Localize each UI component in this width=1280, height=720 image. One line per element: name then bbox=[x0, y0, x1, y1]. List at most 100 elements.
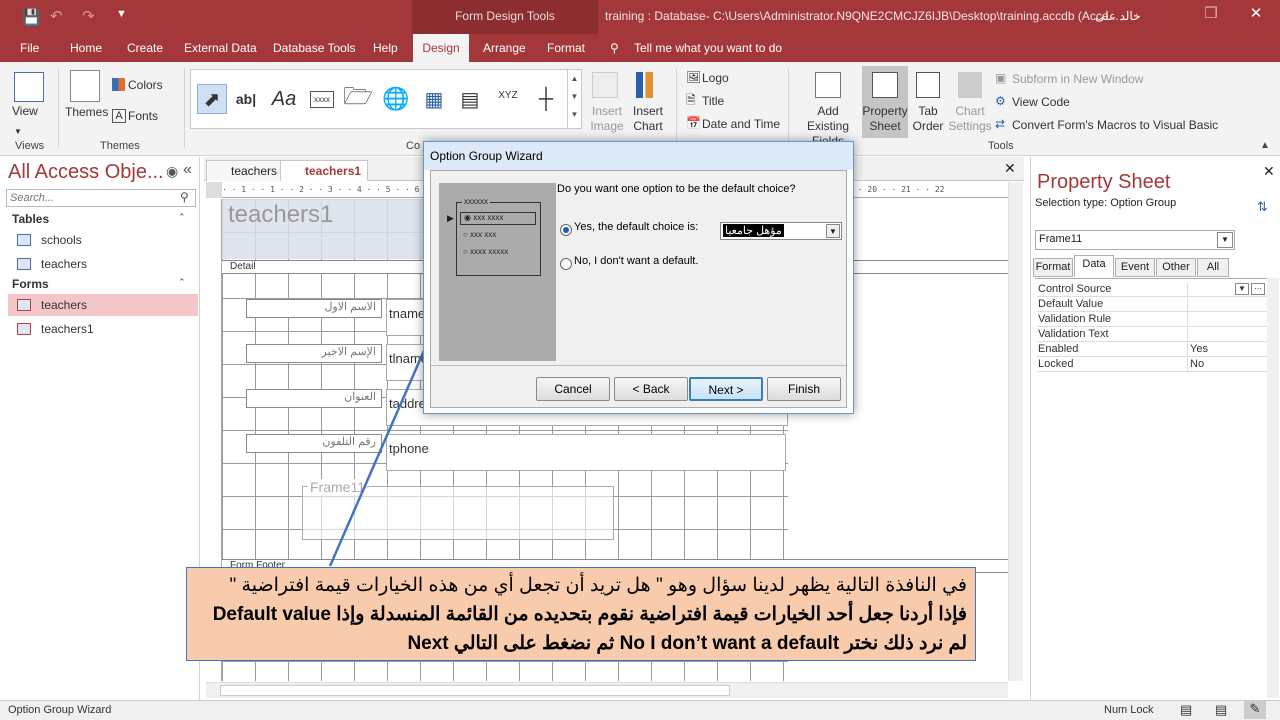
hyperlink-control-icon[interactable]: 🌐 bbox=[381, 84, 411, 114]
tab-external-data[interactable]: External Data bbox=[184, 41, 257, 55]
fonts-icon[interactable]: A bbox=[112, 109, 126, 123]
form-selector[interactable] bbox=[206, 182, 222, 198]
doc-tab-teachers[interactable]: teachers bbox=[206, 160, 285, 181]
nav-form-teachers[interactable]: teachers bbox=[8, 294, 198, 316]
chart-settings-icon[interactable] bbox=[958, 72, 982, 98]
nav-form-teachers1[interactable]: teachers1 bbox=[8, 318, 198, 340]
colors-icon[interactable] bbox=[112, 78, 125, 91]
navigation-control-icon[interactable]: ▤ bbox=[455, 84, 485, 114]
save-icon[interactable]: 💾 bbox=[22, 8, 41, 26]
horizontal-scrollbar[interactable] bbox=[206, 682, 1008, 698]
undo-icon[interactable]: ↶ bbox=[50, 7, 63, 25]
chart-icon[interactable] bbox=[636, 72, 660, 98]
logo-button[interactable]: Logo bbox=[702, 71, 729, 86]
themes-icon[interactable] bbox=[70, 70, 100, 102]
finish-button[interactable]: Finish bbox=[767, 377, 841, 401]
user-name[interactable]: خالد على bbox=[1095, 9, 1141, 23]
collapse-ribbon-icon[interactable]: ▲ bbox=[1260, 140, 1270, 151]
tab-design[interactable]: Design bbox=[413, 34, 469, 62]
prop-validation-rule[interactable]: Validation Rule bbox=[1037, 312, 1269, 327]
form-view-icon[interactable]: ▤ bbox=[1180, 702, 1192, 718]
design-view-icon[interactable]: ✎ bbox=[1244, 701, 1266, 719]
tab-order-button[interactable]: Tab Order bbox=[912, 104, 944, 134]
button-control-icon[interactable]: xxxx bbox=[307, 84, 337, 114]
tables-header[interactable]: Tables bbox=[12, 212, 49, 226]
tab-help[interactable]: Help bbox=[373, 41, 398, 55]
prop-value[interactable] bbox=[1187, 298, 1269, 312]
builder-icon[interactable]: ⋯ bbox=[1251, 283, 1265, 295]
nav-menu-icon[interactable]: ◉ bbox=[166, 163, 178, 180]
doc-tab-teachers1[interactable]: teachers1 bbox=[280, 160, 369, 181]
next-button[interactable]: Next > bbox=[689, 377, 763, 401]
close-pane-icon[interactable]: ✕ bbox=[1263, 163, 1275, 180]
chevron-down-icon[interactable]: ▼ bbox=[1217, 232, 1233, 248]
tab-event[interactable]: Event bbox=[1115, 258, 1155, 277]
collapse-tables-icon[interactable]: ⌃ bbox=[178, 212, 186, 223]
insert-chart-button[interactable]: Insert Chart bbox=[628, 104, 668, 134]
select-pointer-icon[interactable]: ⬈ bbox=[197, 84, 227, 114]
title-button[interactable]: Title bbox=[702, 94, 724, 109]
tab-other[interactable]: Other bbox=[1156, 258, 1196, 277]
object-selector[interactable]: Frame11 ▼ bbox=[1035, 230, 1235, 250]
page-break-control-icon[interactable]: ┼ bbox=[531, 84, 561, 114]
view-button[interactable]: View bbox=[12, 104, 38, 119]
convert-macros-button[interactable]: Convert Form's Macros to Visual Basic bbox=[1012, 118, 1218, 133]
layout-view-icon[interactable]: ▤ bbox=[1215, 702, 1227, 718]
chevron-down-icon[interactable]: ▼ bbox=[1235, 283, 1249, 295]
scrollbar-thumb[interactable] bbox=[220, 685, 730, 696]
collapse-forms-icon[interactable]: ⌃ bbox=[178, 277, 186, 288]
view-code-button[interactable]: View Code bbox=[1012, 95, 1070, 110]
cancel-button[interactable]: Cancel bbox=[536, 377, 610, 401]
nav-search-input[interactable] bbox=[6, 189, 196, 207]
tab-file[interactable]: File bbox=[20, 41, 39, 55]
insert-image-button[interactable]: Insert Image bbox=[585, 104, 629, 134]
date-time-button[interactable]: Date and Time bbox=[702, 117, 780, 132]
tab-arrange[interactable]: Arrange bbox=[483, 41, 526, 55]
nav-table-schools[interactable]: schools bbox=[8, 229, 198, 251]
web-browser-control-icon[interactable]: ▦ bbox=[419, 84, 449, 114]
prop-validation-text[interactable]: Validation Text bbox=[1037, 327, 1269, 342]
default-choice-select[interactable]: مؤهل جامعيا ▼ bbox=[720, 222, 842, 240]
search-icon[interactable]: ⚲ bbox=[180, 190, 189, 204]
tab-data[interactable]: Data bbox=[1074, 255, 1114, 277]
prop-enabled[interactable]: Enabled Yes bbox=[1037, 342, 1269, 357]
tab-control-icon[interactable]: 🗁 bbox=[343, 83, 373, 114]
gallery-scroll[interactable]: ▲ ▼ ▼ bbox=[567, 70, 581, 128]
chart-settings-button[interactable]: Chart Settings bbox=[948, 104, 992, 134]
restore-icon[interactable]: ❐ bbox=[1198, 4, 1224, 22]
vertical-scrollbar[interactable] bbox=[1008, 182, 1023, 681]
subform-icon[interactable]: ▣ bbox=[995, 71, 1006, 86]
fonts-button[interactable]: Fonts bbox=[128, 109, 158, 124]
tab-order-icon[interactable] bbox=[916, 72, 940, 98]
no-default-radio[interactable] bbox=[560, 258, 572, 270]
redo-icon[interactable]: ↷ bbox=[82, 7, 95, 25]
tell-me-box[interactable]: Tell me what you want to do bbox=[634, 41, 782, 55]
close-document-icon[interactable]: ✕ bbox=[1004, 160, 1016, 177]
yes-default-label[interactable]: Yes, the default choice is: bbox=[574, 221, 698, 233]
prop-value[interactable] bbox=[1187, 328, 1269, 342]
chevron-down-icon[interactable]: ▼ bbox=[826, 224, 840, 238]
add-fields-icon[interactable] bbox=[815, 72, 841, 98]
label-last-name[interactable]: الإسم الاخير bbox=[246, 344, 382, 363]
form-title-label[interactable]: teachers1 bbox=[228, 201, 333, 229]
property-sheet-icon[interactable] bbox=[872, 72, 898, 98]
tab-database-tools[interactable]: Database Tools bbox=[273, 41, 356, 55]
colors-button[interactable]: Colors bbox=[128, 78, 163, 93]
subform-button[interactable]: Subform in New Window bbox=[1012, 72, 1143, 87]
close-icon[interactable]: ✕ bbox=[1243, 4, 1269, 22]
tab-format[interactable]: Format bbox=[547, 41, 585, 55]
label-phone[interactable]: رقم التلفون bbox=[246, 434, 382, 453]
logo-icon[interactable]: 🖼 bbox=[686, 70, 701, 85]
insert-image-icon[interactable] bbox=[592, 72, 618, 98]
property-sheet-button[interactable]: Property Sheet bbox=[862, 104, 908, 134]
title-icon[interactable]: 🗎 bbox=[686, 93, 696, 108]
prop-locked[interactable]: Locked No bbox=[1037, 357, 1269, 372]
label-first-name[interactable]: الاسم الاول bbox=[246, 299, 382, 318]
view-icon[interactable] bbox=[14, 72, 44, 102]
frame-label[interactable]: Frame11 bbox=[308, 479, 367, 495]
property-scrollbar[interactable] bbox=[1267, 278, 1279, 698]
prop-value[interactable]: Yes bbox=[1187, 343, 1269, 357]
tab-all[interactable]: All bbox=[1197, 258, 1229, 277]
field-tphone[interactable]: tphone bbox=[386, 434, 786, 471]
chevron-down-icon[interactable]: ▼ bbox=[14, 124, 22, 139]
